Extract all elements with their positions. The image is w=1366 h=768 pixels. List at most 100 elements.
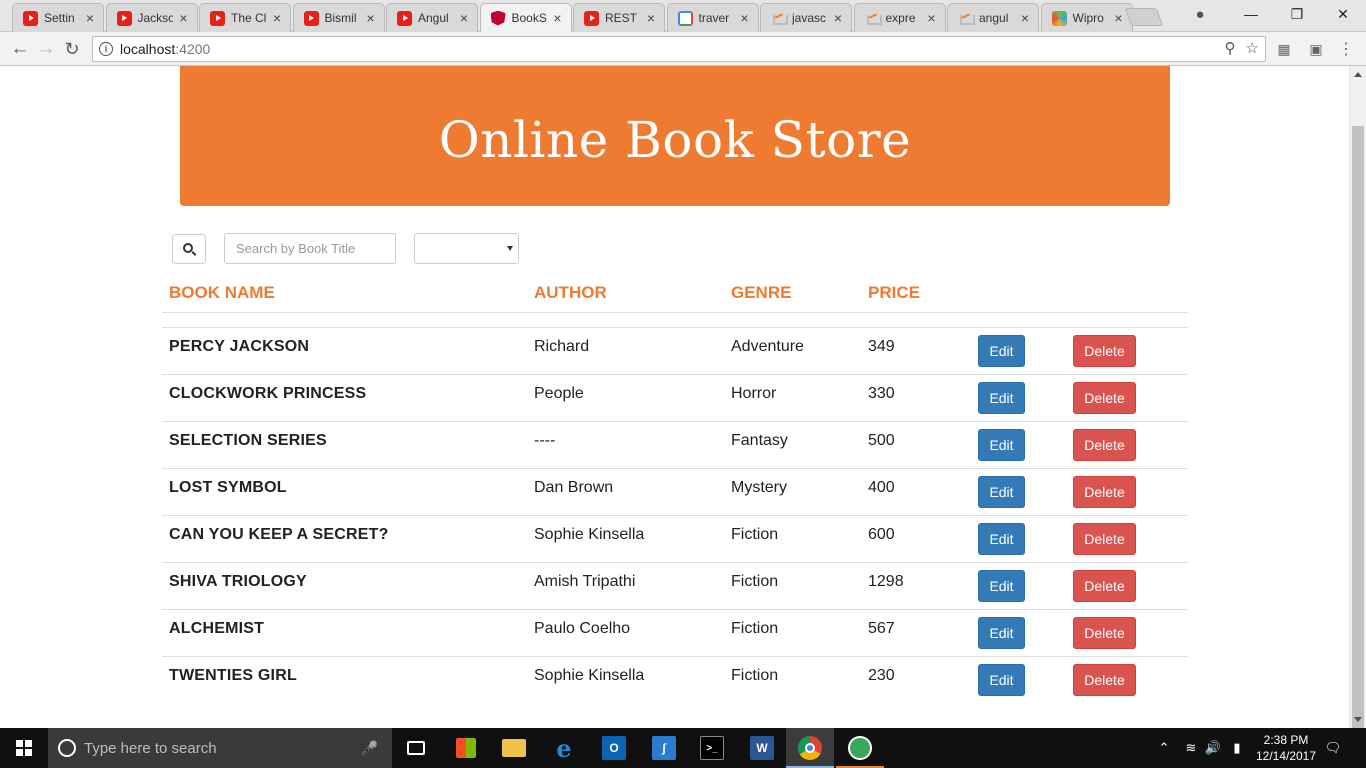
chrome-menu-icon[interactable]: ⋮ [1336, 39, 1356, 59]
scroll-up-icon[interactable] [1354, 72, 1362, 77]
table-row: LOST SYMBOL Dan Brown Mystery 400 Edit Delete [162, 467, 1188, 515]
delete-button[interactable]: Delete [1073, 569, 1136, 602]
forward-icon[interactable]: → [34, 37, 58, 61]
file-explorer-icon[interactable] [490, 728, 538, 768]
price-cell: 1298 [861, 561, 971, 609]
delete-button[interactable]: Delete [1073, 381, 1136, 414]
chevron-up-icon[interactable]: ⌃ [1154, 728, 1174, 768]
browser-tab[interactable]: Jackso × [105, 3, 198, 32]
site-info-icon[interactable]: i [99, 42, 113, 56]
close-tab-icon[interactable]: × [1112, 10, 1126, 26]
close-window-icon[interactable]: ✕ [1320, 0, 1366, 28]
tab-title: javasc [792, 11, 827, 25]
edit-cell: Edit [971, 373, 1066, 421]
wifi-icon[interactable]: ≋ [1180, 728, 1202, 768]
taskbar-clock[interactable]: 2:38 PM 12/14/2017 [1250, 732, 1322, 764]
chrome-icon[interactable] [786, 728, 834, 768]
book-name-cell: CLOCKWORK PRINCESS [162, 373, 527, 421]
delete-button[interactable]: Delete [1073, 663, 1136, 696]
browser-tab[interactable]: BookS × [479, 3, 572, 32]
browser-toolbar: ← → ↻ i localhost:4200 ⚲ ☆ ▦ ▣ ⋮ [0, 32, 1366, 66]
close-tab-icon[interactable]: × [1018, 10, 1032, 26]
browser-tab[interactable]: Settin × [12, 3, 104, 32]
edit-button[interactable]: Edit [978, 663, 1025, 696]
bookmark-star-icon[interactable]: ☆ [1246, 39, 1259, 57]
edit-button[interactable]: Edit [978, 428, 1025, 461]
close-tab-icon[interactable]: × [831, 10, 845, 26]
close-tab-icon[interactable]: × [83, 10, 97, 26]
edit-button[interactable]: Edit [978, 475, 1025, 508]
close-tab-icon[interactable]: × [925, 10, 939, 26]
tab-title: The Cl [231, 11, 266, 25]
back-icon[interactable]: ← [8, 37, 32, 61]
visual-studio-code-icon[interactable]: ∫ [640, 728, 688, 768]
genre-cell: Fiction [724, 561, 861, 609]
delete-button[interactable]: Delete [1073, 616, 1136, 649]
terminal-icon[interactable]: >_ [688, 728, 736, 768]
book-name-cell: CAN YOU KEEP A SECRET? [162, 514, 527, 562]
word-icon[interactable]: W [738, 728, 786, 768]
taskbar-search-box[interactable]: Type here to search 🎤 [48, 728, 392, 768]
edit-button[interactable]: Edit [978, 381, 1025, 414]
tab-title: Wipro [1072, 11, 1104, 25]
extension-icon[interactable]: ▣ [1306, 39, 1326, 59]
close-tab-icon[interactable]: × [270, 10, 284, 26]
new-tab-button[interactable] [1124, 8, 1164, 26]
browser-tab[interactable]: traver × [666, 3, 759, 32]
address-host: localhost [120, 41, 176, 57]
delete-button[interactable]: Delete [1073, 428, 1136, 461]
edit-button[interactable]: Edit [978, 569, 1025, 602]
close-tab-icon[interactable]: × [738, 10, 752, 26]
genre-filter-select[interactable] [414, 233, 519, 264]
close-tab-icon[interactable]: × [457, 10, 471, 26]
browser-tab[interactable]: angul × [947, 3, 1039, 32]
browser-tab[interactable]: The Cl × [199, 3, 291, 32]
scroll-thumb[interactable] [1352, 126, 1364, 732]
close-tab-icon[interactable]: × [364, 10, 378, 26]
search-input[interactable] [224, 233, 396, 264]
close-tab-icon[interactable]: × [551, 10, 565, 26]
browser-tab[interactable]: Bismil × [292, 3, 385, 32]
browser-tab[interactable]: REST × [573, 3, 665, 32]
edge-icon[interactable]: e [540, 728, 588, 768]
edit-button[interactable]: Edit [978, 522, 1025, 555]
edit-button[interactable]: Edit [978, 616, 1025, 649]
scroll-down-icon[interactable] [1354, 717, 1362, 722]
edit-button[interactable]: Edit [978, 334, 1025, 367]
page-scrollbar[interactable] [1349, 66, 1366, 732]
browser-tab[interactable]: Wipro × [1040, 3, 1133, 32]
restore-icon[interactable]: ❐ [1274, 0, 1320, 28]
edit-cell: Edit [971, 561, 1066, 609]
delete-button[interactable]: Delete [1073, 522, 1136, 555]
delete-button[interactable]: Delete [1073, 334, 1136, 367]
close-tab-icon[interactable]: × [644, 10, 658, 26]
chevron-down-icon [507, 246, 513, 251]
browser-tab[interactable]: Angul × [386, 3, 478, 32]
address-bar[interactable]: i localhost:4200 ⚲ ☆ [92, 36, 1266, 62]
book-name-cell: LOST SYMBOL [162, 467, 527, 515]
browser-tab[interactable]: expre × [853, 3, 946, 32]
notifications-icon[interactable]: 🗨 [1322, 728, 1344, 768]
search-button[interactable] [172, 234, 206, 264]
microphone-icon[interactable]: 🎤 [361, 740, 378, 757]
extension-icon[interactable]: ▦ [1274, 39, 1294, 59]
outlook-icon[interactable]: O [590, 728, 638, 768]
reload-icon[interactable]: ↻ [60, 37, 84, 61]
delete-button[interactable]: Delete [1073, 475, 1136, 508]
author-cell: People [527, 373, 724, 421]
tab-title: expre [885, 11, 916, 25]
table-row: SHIVA TRIOLOGY Amish Tripathi Fiction 1298 E… [162, 561, 1188, 609]
volume-icon[interactable]: 🔊 [1202, 728, 1224, 768]
price-cell: 330 [861, 373, 971, 421]
minimize-icon[interactable]: — [1228, 0, 1274, 28]
app-icon[interactable] [836, 728, 884, 768]
start-button[interactable] [0, 728, 48, 768]
profile-icon[interactable]: ● [1190, 4, 1210, 24]
task-view-icon[interactable] [392, 728, 440, 768]
zoom-icon[interactable]: ⚲ [1225, 39, 1236, 57]
store-icon[interactable] [442, 728, 490, 768]
browser-tab-strip: Settin × Jackso × The Cl × Bismil × Angul × BookS ×… [0, 0, 1366, 32]
browser-tab[interactable]: javasc × [760, 3, 852, 32]
battery-icon[interactable]: ▮ [1226, 728, 1248, 768]
close-tab-icon[interactable]: × [177, 10, 191, 26]
